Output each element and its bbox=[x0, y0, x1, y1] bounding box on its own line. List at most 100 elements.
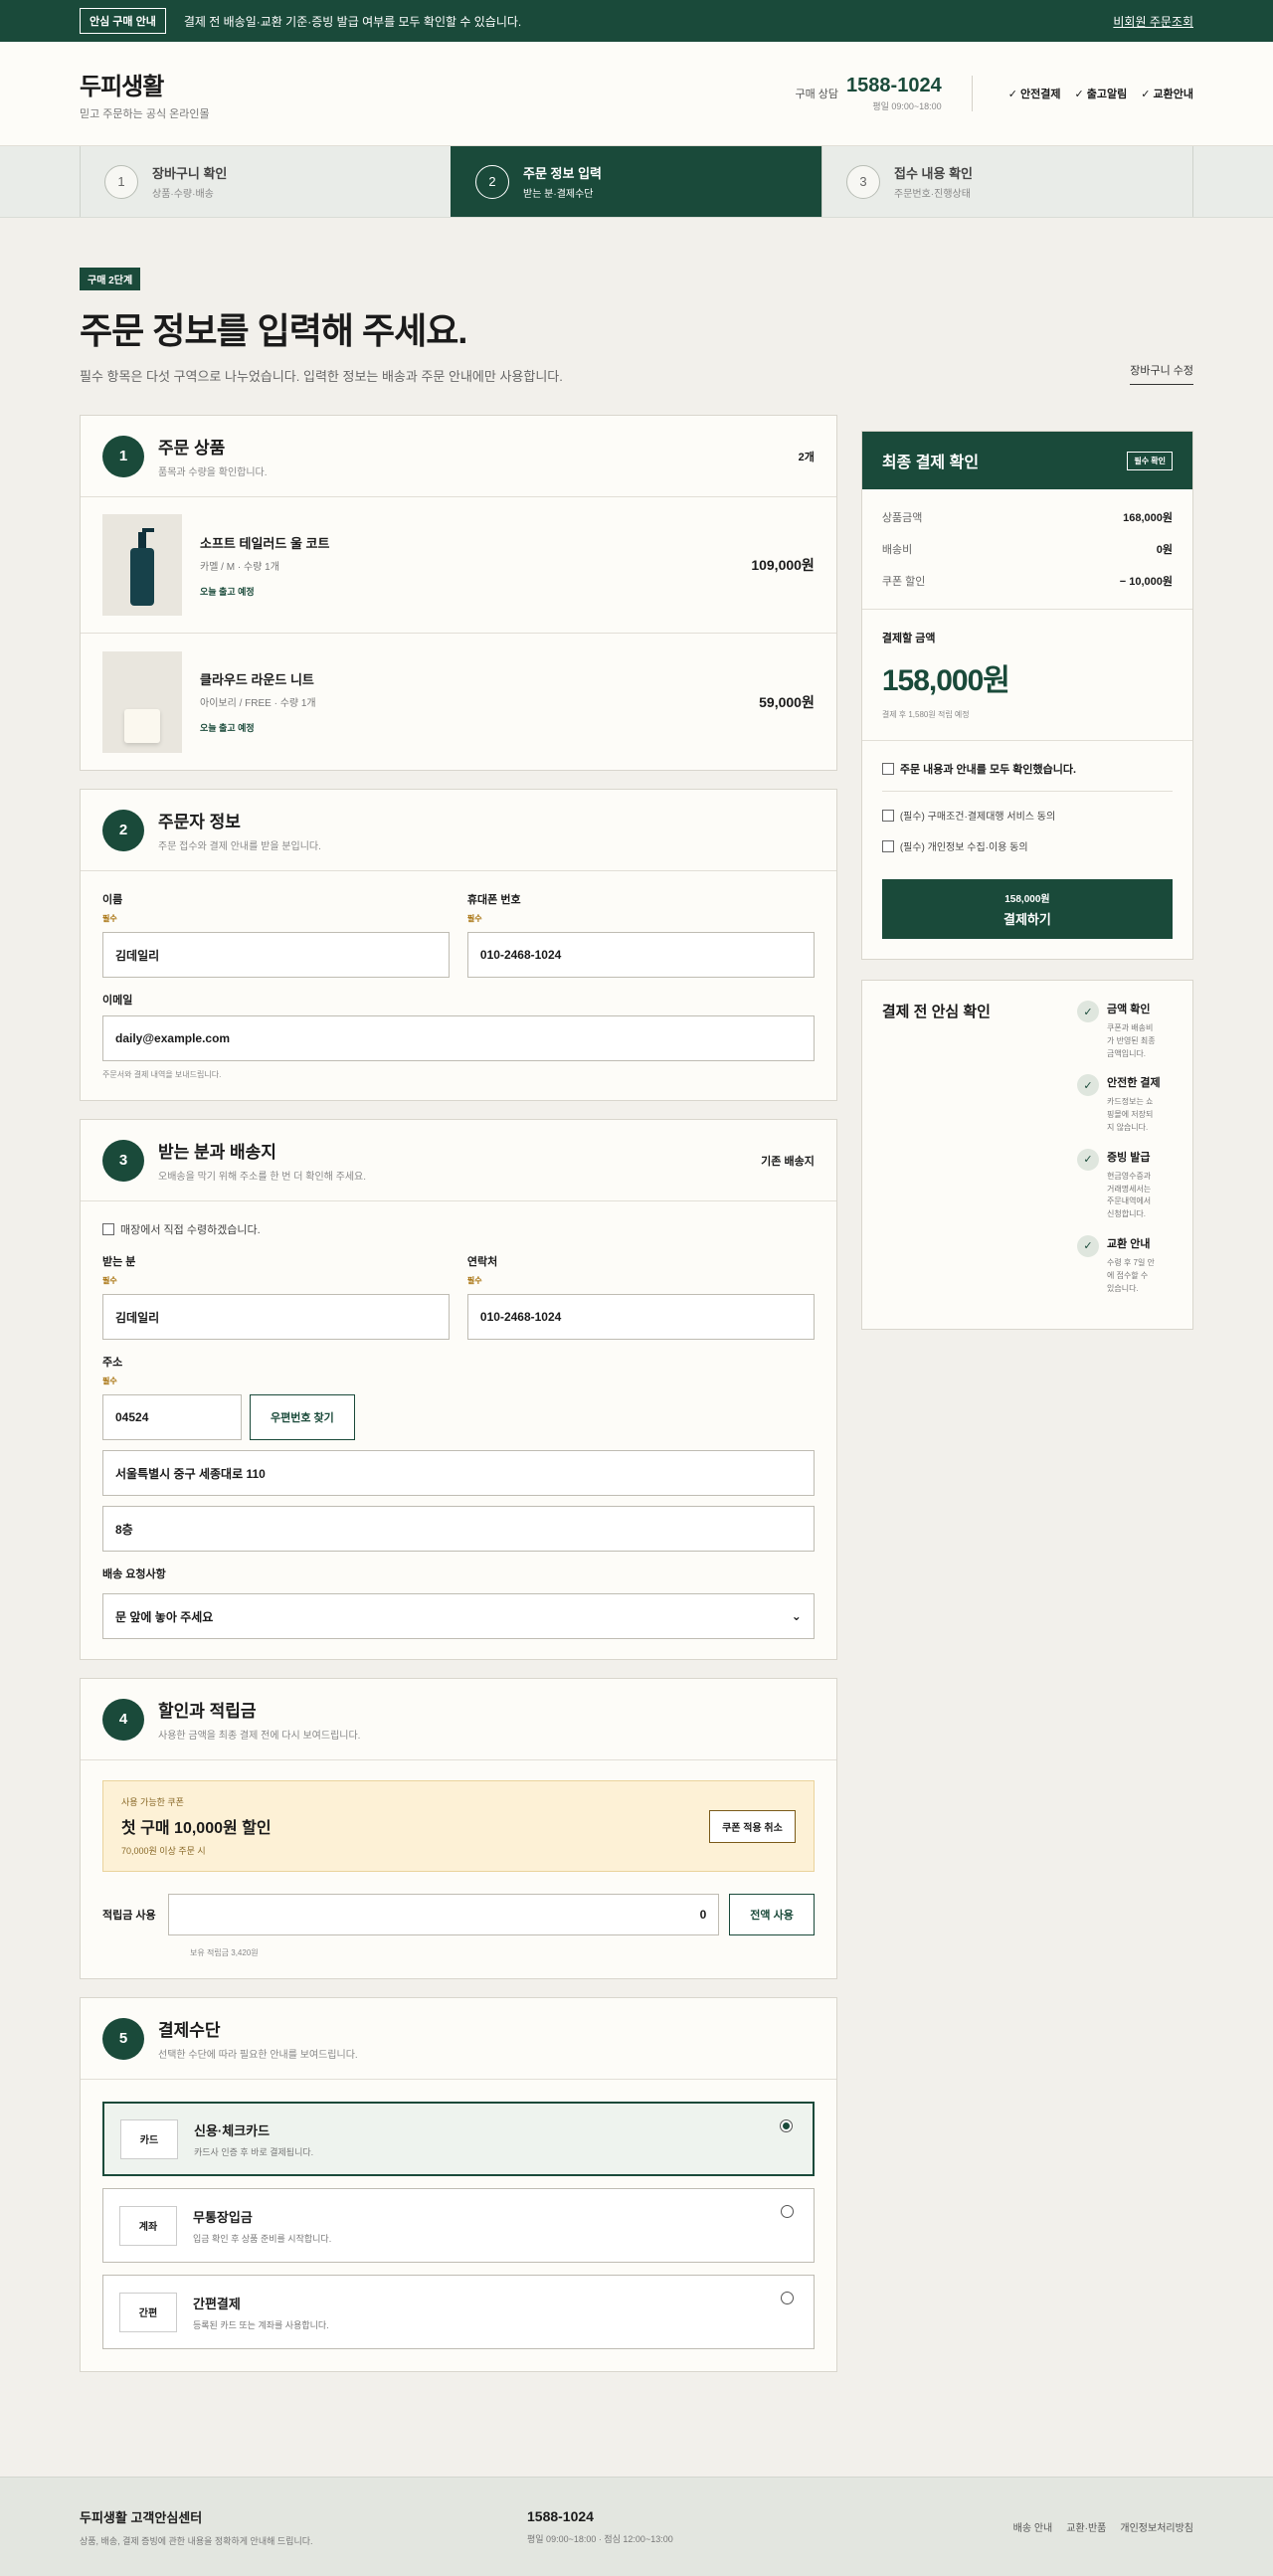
jar-illustration bbox=[124, 708, 160, 743]
section-title: 주문자 정보 bbox=[158, 813, 241, 831]
payment-method-card[interactable]: 카드 신용·체크카드 카드사 인증 후 바로 결제됩니다. bbox=[102, 2102, 815, 2176]
agree-privacy-checkbox[interactable] bbox=[881, 839, 894, 852]
payment-method-bank[interactable]: 계좌 무통장입금 입금 확인 후 상품 준비를 시작합니다. bbox=[102, 2188, 815, 2263]
site-footer: 두피생활 고객안심센터 상품, 배송, 결제 증빙에 관한 내용을 정확하게 안… bbox=[0, 2477, 1273, 2576]
coupon-kicker: 사용 가능한 쿠폰 bbox=[121, 1797, 184, 1807]
agree-all-option[interactable]: 주문 내용과 안내를 모두 확인했습니다. bbox=[881, 761, 1173, 792]
coupon-condition: 70,000원 이상 주문 시 bbox=[121, 1846, 206, 1856]
agree-terms-checkbox[interactable] bbox=[881, 809, 894, 822]
orderer-name-input[interactable]: 김데일리 bbox=[102, 932, 450, 978]
coupon-title: 첫 구매 10,000원 할인 bbox=[121, 1820, 272, 1837]
section-discount: 4 할인과 적립금 사용한 금액을 최종 결제 전에 다시 보여드립니다. 사용 … bbox=[80, 1678, 837, 1979]
checkout-layout: 1 주문 상품 품목과 수량을 확인합니다. 2개 소프트 테일러드 울 코트 카… bbox=[0, 385, 1273, 2390]
orderer-email-input[interactable]: daily@example.com bbox=[102, 1015, 815, 1061]
section-number: 3 bbox=[102, 1139, 144, 1182]
contact-label: 구매 상담 bbox=[795, 89, 839, 100]
edit-cart-link[interactable]: 장바구니 수정 bbox=[1130, 362, 1193, 385]
notice-bar: 안심 구매 안내 결제 전 배송일·교환 기준·증빙 발급 여부를 모두 확인할… bbox=[0, 0, 1273, 42]
product-price: 59,000원 bbox=[759, 693, 815, 710]
step-cart[interactable]: 1 장바구니 확인 상품·수량·배송 bbox=[80, 146, 451, 217]
section-number: 2 bbox=[102, 809, 144, 851]
pay-button[interactable]: 158,000원 결제하기 bbox=[881, 879, 1173, 939]
agree-all-checkbox[interactable] bbox=[881, 763, 894, 775]
step-sub: 주문번호·진행상태 bbox=[894, 189, 971, 200]
product-delivery: 오늘 출고 예정 bbox=[200, 723, 255, 733]
contact-hours: 평일 09:00~18:00 bbox=[872, 101, 942, 111]
payment-tag: 카드 bbox=[120, 2118, 178, 2159]
use-all-points-button[interactable]: 전액 사용 bbox=[729, 1894, 815, 1935]
trust-item: 안전결제 bbox=[1008, 86, 1060, 101]
section-sub: 주문 접수와 결제 안내를 받을 분입니다. bbox=[158, 841, 321, 852]
summary-key: 배송비 bbox=[881, 544, 913, 556]
address-line2-input[interactable]: 8층 bbox=[102, 1506, 815, 1552]
page-title: 주문 정보를 입력해 주세요. bbox=[80, 310, 467, 351]
safety-item-desc: 수령 후 7일 안에 접수할 수 있습니다. bbox=[1107, 1257, 1155, 1293]
payment-radio[interactable] bbox=[780, 2205, 794, 2218]
points-input[interactable]: 0 bbox=[168, 1894, 720, 1935]
section-header: 5 결제수단 선택한 수단에 따라 필요한 안내를 보여드립니다. bbox=[81, 1998, 836, 2080]
pay-button-label: 결제하기 bbox=[1002, 912, 1051, 927]
step-sub: 상품·수량·배송 bbox=[152, 189, 214, 200]
payment-method-easy[interactable]: 간편 간편결제 등록된 카드 또는 계좌를 사용합니다. bbox=[102, 2275, 815, 2349]
field-label: 받는 분 bbox=[102, 1256, 136, 1268]
section-sub: 품목과 수량을 확인합니다. bbox=[158, 467, 268, 478]
contact-phone: 1588-1024 bbox=[846, 75, 942, 96]
section-shipping: 3 받는 분과 배송지 오배송을 막기 위해 주소를 한 번 더 확인해 주세요.… bbox=[80, 1119, 837, 1660]
safety-item-name: 안전한 결제 bbox=[1107, 1077, 1161, 1090]
check-icon: ✓ bbox=[1077, 1001, 1099, 1022]
recipient-phone-input[interactable]: 010-2468-1024 bbox=[466, 1294, 815, 1340]
trust-item: 출고알림 bbox=[1074, 86, 1127, 101]
notice-message: 결제 전 배송일·교환 기준·증빙 발급 여부를 모두 확인할 수 있습니다. bbox=[183, 14, 522, 29]
recipient-name-input[interactable]: 김데일리 bbox=[102, 1294, 450, 1340]
footer-link-privacy[interactable]: 개인정보처리방침 bbox=[1120, 2519, 1193, 2534]
payment-desc: 카드사 인증 후 바로 결제됩니다. bbox=[194, 2146, 314, 2157]
agree-privacy-option[interactable]: (필수) 개인정보 수집·이용 동의 bbox=[881, 838, 1173, 853]
guest-order-lookup-link[interactable]: 비회원 주문조회 bbox=[1113, 13, 1193, 30]
saved-address-button[interactable]: 기존 배송지 bbox=[761, 1153, 815, 1169]
step-confirm: 3 접수 내용 확인 주문번호·진행상태 bbox=[821, 146, 1193, 217]
step-title: 주문 정보 입력 bbox=[523, 166, 602, 181]
total-label: 결제할 금액 bbox=[881, 633, 936, 644]
field-label: 이메일 bbox=[102, 995, 133, 1007]
safety-item-name: 금액 확인 bbox=[1107, 1004, 1151, 1015]
safety-item: ✓ 금액 확인 쿠폰과 배송비가 반영된 최종 금액입니다. bbox=[1077, 1001, 1173, 1060]
orderer-phone-input[interactable]: 010-2468-1024 bbox=[466, 932, 815, 978]
pickup-option[interactable]: 매장에서 직접 수령하겠습니다. bbox=[102, 1221, 815, 1237]
cancel-coupon-button[interactable]: 쿠폰 적용 취소 bbox=[709, 1809, 796, 1843]
product-row: 소프트 테일러드 울 코트 카멜 / M · 수량 1개 오늘 출고 예정 10… bbox=[81, 497, 836, 634]
required-mark: 필수 bbox=[102, 914, 117, 923]
step-title: 접수 내용 확인 bbox=[894, 166, 973, 181]
section-sub: 선택한 수단에 따라 필요한 안내를 보여드립니다. bbox=[158, 2050, 358, 2061]
payment-radio[interactable] bbox=[780, 2292, 794, 2304]
address-line1-input[interactable]: 서울특별시 중구 세종대로 110 bbox=[102, 1450, 815, 1496]
brand: 두피생활 믿고 주문하는 공식 온라인몰 bbox=[80, 67, 210, 121]
agree-terms-option[interactable]: (필수) 구매조건·결제대행 서비스 동의 bbox=[881, 808, 1173, 823]
zipcode-search-button[interactable]: 우편번호 찾기 bbox=[250, 1394, 355, 1440]
field-label: 배송 요청사항 bbox=[102, 1568, 166, 1580]
agree-terms-label: (필수) 구매조건·결제대행 서비스 동의 bbox=[899, 812, 1056, 823]
delivery-memo-value: 문 앞에 놓아 주세요 bbox=[115, 1609, 214, 1624]
pickup-checkbox[interactable] bbox=[102, 1223, 114, 1235]
points-label: 적립금 사용 bbox=[102, 1910, 156, 1922]
points-hint: 보유 적립금 3,420원 bbox=[190, 1948, 259, 1957]
product-option: 아이보리 / FREE · 수량 1개 bbox=[200, 698, 316, 709]
site-logo[interactable]: 두피생활 bbox=[80, 67, 210, 101]
points-row: 적립금 사용 0 전액 사용 bbox=[102, 1894, 815, 1935]
zipcode-input[interactable]: 04524 bbox=[102, 1394, 242, 1440]
footer-link-returns[interactable]: 교환·반품 bbox=[1066, 2519, 1106, 2534]
section-header: 4 할인과 적립금 사용한 금액을 최종 결제 전에 다시 보여드립니다. bbox=[81, 1679, 836, 1760]
delivery-memo-select[interactable]: 문 앞에 놓아 주세요 ⌄ bbox=[102, 1593, 815, 1639]
footer-link-shipping[interactable]: 배송 안내 bbox=[1013, 2519, 1053, 2534]
payment-radio[interactable] bbox=[779, 2119, 793, 2132]
payment-tag: 계좌 bbox=[119, 2205, 177, 2246]
section-number: 1 bbox=[102, 435, 144, 477]
checkout-form: 1 주문 상품 품목과 수량을 확인합니다. 2개 소프트 테일러드 울 코트 카… bbox=[80, 415, 837, 2390]
payment-desc: 등록된 카드 또는 계좌를 사용합니다. bbox=[193, 2319, 329, 2330]
summary-title: 최종 결제 확인 bbox=[881, 455, 980, 471]
summary-value: 0원 bbox=[1156, 544, 1173, 556]
step-order-info: 2 주문 정보 입력 받는 분·결제수단 bbox=[451, 146, 821, 217]
product-delivery: 오늘 출고 예정 bbox=[200, 586, 255, 597]
section-products: 1 주문 상품 품목과 수량을 확인합니다. 2개 소프트 테일러드 울 코트 카… bbox=[80, 415, 837, 771]
bottle-illustration bbox=[130, 528, 154, 606]
product-name: 클라우드 라운드 니트 bbox=[200, 672, 314, 687]
